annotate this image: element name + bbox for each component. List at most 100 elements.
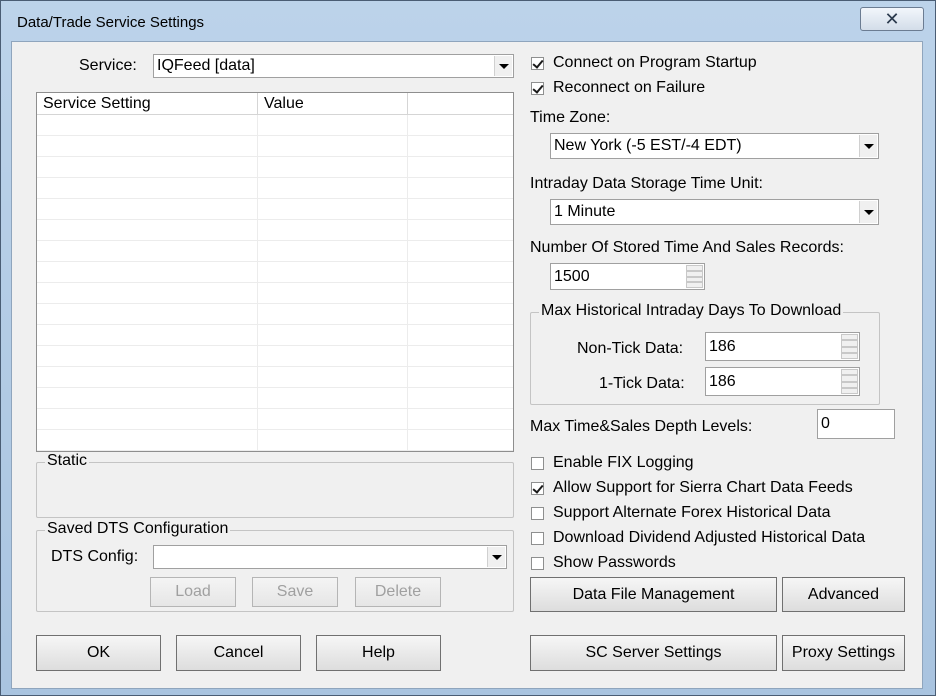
spin-down-icon[interactable] (841, 346, 858, 359)
list-cell (258, 430, 408, 450)
sc-server-settings-button[interactable]: SC Server Settings (530, 635, 777, 671)
list-cell (37, 115, 258, 135)
allow-sc-data-feeds-checkbox[interactable]: Allow Support for Sierra Chart Data Feed… (531, 479, 853, 497)
list-cell (37, 367, 258, 387)
list-cell (37, 262, 258, 282)
data-file-management-button[interactable]: Data File Management (530, 577, 777, 612)
list-row[interactable] (37, 136, 513, 157)
list-cell (408, 262, 513, 282)
spin-up-icon[interactable] (686, 265, 703, 277)
list-row[interactable] (37, 304, 513, 325)
list-cell (408, 220, 513, 240)
list-cell (408, 157, 513, 177)
spin-down-icon[interactable] (686, 276, 703, 288)
alternate-forex-checkbox[interactable]: Support Alternate Forex Historical Data (531, 504, 830, 522)
time-zone-label: Time Zone: (530, 109, 611, 126)
list-cell (408, 304, 513, 324)
dialog-window: Data/Trade Service Settings ✕ Service: I… (0, 0, 936, 696)
depth-levels-input[interactable]: 0 (817, 409, 895, 439)
list-row[interactable] (37, 367, 513, 388)
checkbox-icon (531, 81, 544, 95)
load-button[interactable]: Load (150, 577, 236, 607)
list-cell (408, 115, 513, 135)
list-cell (408, 241, 513, 261)
saved-dts-group-title: Saved DTS Configuration (45, 520, 231, 538)
depth-levels-label: Max Time&Sales Depth Levels: (530, 418, 753, 435)
enable-fix-logging-label: Enable FIX Logging (553, 454, 694, 471)
service-settings-list[interactable]: Service Setting Value (36, 92, 514, 452)
alternate-forex-label: Support Alternate Forex Historical Data (553, 504, 831, 521)
spin-up-icon[interactable] (841, 334, 858, 347)
list-cell (258, 157, 408, 177)
show-passwords-label: Show Passwords (553, 554, 676, 571)
ok-button[interactable]: OK (36, 635, 161, 671)
close-button[interactable]: ✕ (860, 7, 924, 31)
list-cell (258, 325, 408, 345)
list-row[interactable] (37, 262, 513, 283)
spin-up-icon[interactable] (841, 369, 858, 382)
list-row[interactable] (37, 220, 513, 241)
chevron-down-icon[interactable] (859, 135, 877, 157)
list-row[interactable] (37, 178, 513, 199)
dividend-adjusted-checkbox[interactable]: Download Dividend Adjusted Historical Da… (531, 529, 865, 547)
chevron-down-icon[interactable] (494, 56, 512, 76)
list-cell (408, 388, 513, 408)
list-row[interactable] (37, 409, 513, 430)
list-row[interactable] (37, 115, 513, 136)
static-group-title: Static (45, 452, 90, 470)
chevron-down-icon[interactable] (859, 201, 877, 223)
max-historical-group-title: Max Historical Intraday Days To Download (539, 302, 844, 320)
time-zone-select[interactable]: New York (-5 EST/-4 EDT) (550, 133, 879, 159)
storage-time-unit-value: 1 Minute (554, 203, 616, 220)
enable-fix-logging-checkbox[interactable]: Enable FIX Logging (531, 454, 694, 472)
proxy-settings-button[interactable]: Proxy Settings (782, 635, 905, 671)
list-cell (37, 409, 258, 429)
checkbox-icon (531, 556, 544, 570)
reconnect-on-failure-label: Reconnect on Failure (553, 79, 706, 96)
column-header-service-setting[interactable]: Service Setting (37, 93, 258, 114)
list-row[interactable] (37, 430, 513, 451)
service-select[interactable]: IQFeed [data] (153, 54, 514, 78)
list-cell (408, 367, 513, 387)
dividend-adjusted-label: Download Dividend Adjusted Historical Da… (553, 529, 866, 546)
window-title: Data/Trade Service Settings (17, 14, 205, 31)
list-cell (408, 430, 513, 450)
stored-records-stepper[interactable]: 1500 (550, 263, 705, 290)
storage-time-unit-label: Intraday Data Storage Time Unit: (530, 175, 763, 192)
list-row[interactable] (37, 325, 513, 346)
list-row[interactable] (37, 388, 513, 409)
checkbox-icon (531, 56, 544, 70)
list-cell (408, 199, 513, 219)
list-cell (408, 346, 513, 366)
dts-config-select[interactable] (153, 545, 507, 569)
checkbox-icon (531, 531, 544, 545)
connect-on-startup-label: Connect on Program Startup (553, 54, 757, 71)
chevron-down-icon[interactable] (487, 547, 505, 567)
advanced-button[interactable]: Advanced (782, 577, 905, 612)
delete-button[interactable]: Delete (355, 577, 441, 607)
spin-down-icon[interactable] (841, 381, 858, 394)
connect-on-startup-checkbox[interactable]: Connect on Program Startup (531, 54, 757, 72)
list-cell (258, 262, 408, 282)
column-header-value[interactable]: Value (258, 93, 408, 114)
list-row[interactable] (37, 283, 513, 304)
list-cell (258, 220, 408, 240)
cancel-button[interactable]: Cancel (176, 635, 301, 671)
list-cell (408, 325, 513, 345)
checkbox-icon (531, 481, 544, 495)
list-row[interactable] (37, 241, 513, 262)
list-row[interactable] (37, 157, 513, 178)
non-tick-data-stepper[interactable]: 186 (705, 332, 860, 361)
reconnect-on-failure-checkbox[interactable]: Reconnect on Failure (531, 79, 705, 97)
list-row[interactable] (37, 199, 513, 220)
storage-time-unit-select[interactable]: 1 Minute (550, 199, 879, 225)
one-tick-data-stepper[interactable]: 186 (705, 367, 860, 396)
time-zone-value: New York (-5 EST/-4 EDT) (554, 137, 742, 154)
help-button[interactable]: Help (316, 635, 441, 671)
list-cell (258, 304, 408, 324)
list-row[interactable] (37, 346, 513, 367)
save-button[interactable]: Save (252, 577, 338, 607)
list-cell (258, 388, 408, 408)
list-cell (258, 367, 408, 387)
show-passwords-checkbox[interactable]: Show Passwords (531, 554, 676, 572)
